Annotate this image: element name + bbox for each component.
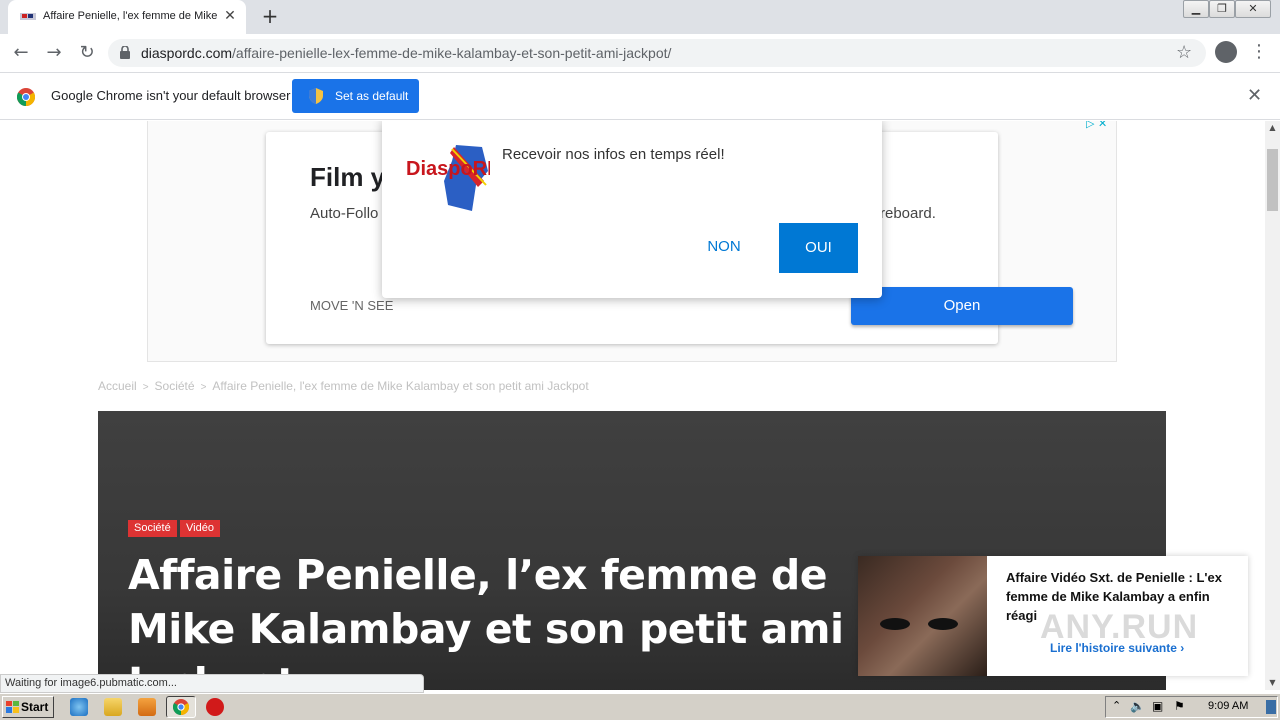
page-scrollbar[interactable]: ▲ ▼ (1265, 121, 1280, 690)
ad-advertiser: MOVE 'N SEE (310, 298, 394, 313)
next-story-thumbnail (858, 556, 987, 676)
back-arrow-icon[interactable]: ← (10, 42, 32, 64)
ad-description-end: reboard. (880, 205, 936, 222)
breadcrumb-home[interactable]: Accueil (98, 379, 137, 393)
scroll-up-icon[interactable]: ▲ (1265, 121, 1280, 135)
internet-explorer-icon[interactable] (70, 698, 88, 716)
page-viewport: Film y Auto-Follo reboard. MOVE 'N SEE O… (0, 121, 1265, 690)
action-center-flag-icon[interactable]: ⚑ (1174, 699, 1185, 713)
push-message: Recevoir nos infos en temps réel! (502, 146, 725, 163)
chrome-icon (173, 699, 189, 715)
push-accept-button[interactable]: OUI (779, 223, 858, 273)
close-tab-icon[interactable]: ✕ (222, 8, 238, 24)
close-infobar-icon[interactable]: ✕ (1247, 85, 1262, 106)
browser-toolbar: ← → ↻ diaspordc.com/affaire-penielle-lex… (0, 34, 1280, 72)
tab-strip: Affaire Penielle, l'ex femme de Mike Kal… (0, 0, 1280, 34)
breadcrumb-separator: > (142, 382, 149, 393)
start-label: Start (21, 700, 49, 714)
url-path: /affaire-penielle-lex-femme-de-mike-kala… (232, 45, 672, 61)
opera-icon[interactable] (206, 698, 224, 716)
set-as-default-label: Set as default (335, 89, 409, 103)
windows-flag-icon (6, 701, 19, 713)
breadcrumb-current: Affaire Penielle, l'ex femme de Mike Kal… (212, 379, 589, 393)
chrome-menu-icon[interactable]: ⋮ (1250, 40, 1268, 64)
breadcrumb-separator: > (200, 382, 207, 393)
tray-expand-icon[interactable]: ⌃ (1112, 699, 1121, 712)
restore-button[interactable]: ❐ (1209, 0, 1235, 18)
shield-icon (309, 88, 323, 104)
chrome-taskbar-button[interactable] (166, 696, 196, 718)
minimize-button[interactable]: ▁ (1183, 0, 1209, 18)
start-button[interactable]: Start (2, 696, 54, 718)
forward-arrow-icon[interactable]: → (43, 42, 65, 64)
chrome-logo-icon (17, 88, 35, 106)
browser-tab[interactable]: Affaire Penielle, l'ex femme de Mike Kal… (8, 0, 246, 34)
breadcrumb-category[interactable]: Société (155, 379, 195, 393)
profile-avatar-icon[interactable] (1215, 41, 1237, 63)
show-desktop-icon[interactable] (1266, 700, 1276, 714)
lock-icon (120, 46, 130, 59)
window-close-button[interactable]: ✕ (1235, 0, 1271, 18)
network-icon[interactable]: ▣ (1152, 699, 1163, 713)
bookmark-star-icon[interactable]: ☆ (1176, 42, 1192, 63)
default-browser-infobar: Google Chrome isn't your default browser… (0, 72, 1280, 120)
ad-open-button[interactable]: Open (851, 287, 1073, 325)
url-domain: diaspordc.com (141, 45, 233, 61)
taskbar-clock: 9:09 AM (1208, 700, 1249, 712)
file-explorer-icon[interactable] (104, 698, 122, 716)
site-favicon-icon (20, 13, 36, 20)
windows-taskbar: Start ⌃ 🔈 ▣ ⚑ 9:09 AM (0, 693, 1280, 720)
category-tag-video[interactable]: Vidéo (180, 520, 220, 537)
address-bar[interactable]: diaspordc.com/affaire-penielle-lex-femme… (108, 39, 1206, 67)
category-tag-societe[interactable]: Société (128, 520, 177, 537)
breadcrumb: Accueil > Société > Affaire Penielle, l'ex f… (98, 379, 589, 393)
new-tab-button[interactable]: + (258, 6, 282, 28)
diasporadc-logo: DiaspoRDC (406, 145, 490, 211)
push-notification-prompt: DiaspoRDC Recevoir nos infos en temps ré… (382, 121, 882, 298)
system-tray: ⌃ 🔈 ▣ ⚑ 9:09 AM (1105, 696, 1278, 718)
tab-title: Affaire Penielle, l'ex femme de Mike Kal… (43, 10, 218, 22)
reload-icon[interactable]: ↻ (76, 42, 98, 64)
ad-description: Auto-Follo (310, 205, 379, 222)
status-bubble: Waiting for image6.pubmatic.com... (0, 674, 424, 693)
volume-icon[interactable]: 🔈 (1130, 699, 1145, 713)
adchoices-icon[interactable]: ▷ ✕ (1086, 121, 1107, 130)
infobar-message: Google Chrome isn't your default browser (51, 88, 291, 103)
scroll-down-icon[interactable]: ▼ (1265, 676, 1280, 690)
url-text: diaspordc.com/affaire-penielle-lex-femme… (141, 45, 671, 61)
ad-headline: Film y (310, 162, 386, 192)
media-player-icon[interactable] (138, 698, 156, 716)
scrollbar-thumb[interactable] (1267, 149, 1278, 211)
article-headline: Affaire Penielle, l’ex femme de Mike Kal… (128, 551, 844, 690)
push-deny-button[interactable]: NON (694, 223, 754, 271)
logo-wordmark: DiaspoRDC (406, 158, 490, 180)
anyrun-watermark: ANY.RUN (1040, 608, 1199, 646)
set-as-default-button[interactable]: Set as default (292, 79, 419, 113)
